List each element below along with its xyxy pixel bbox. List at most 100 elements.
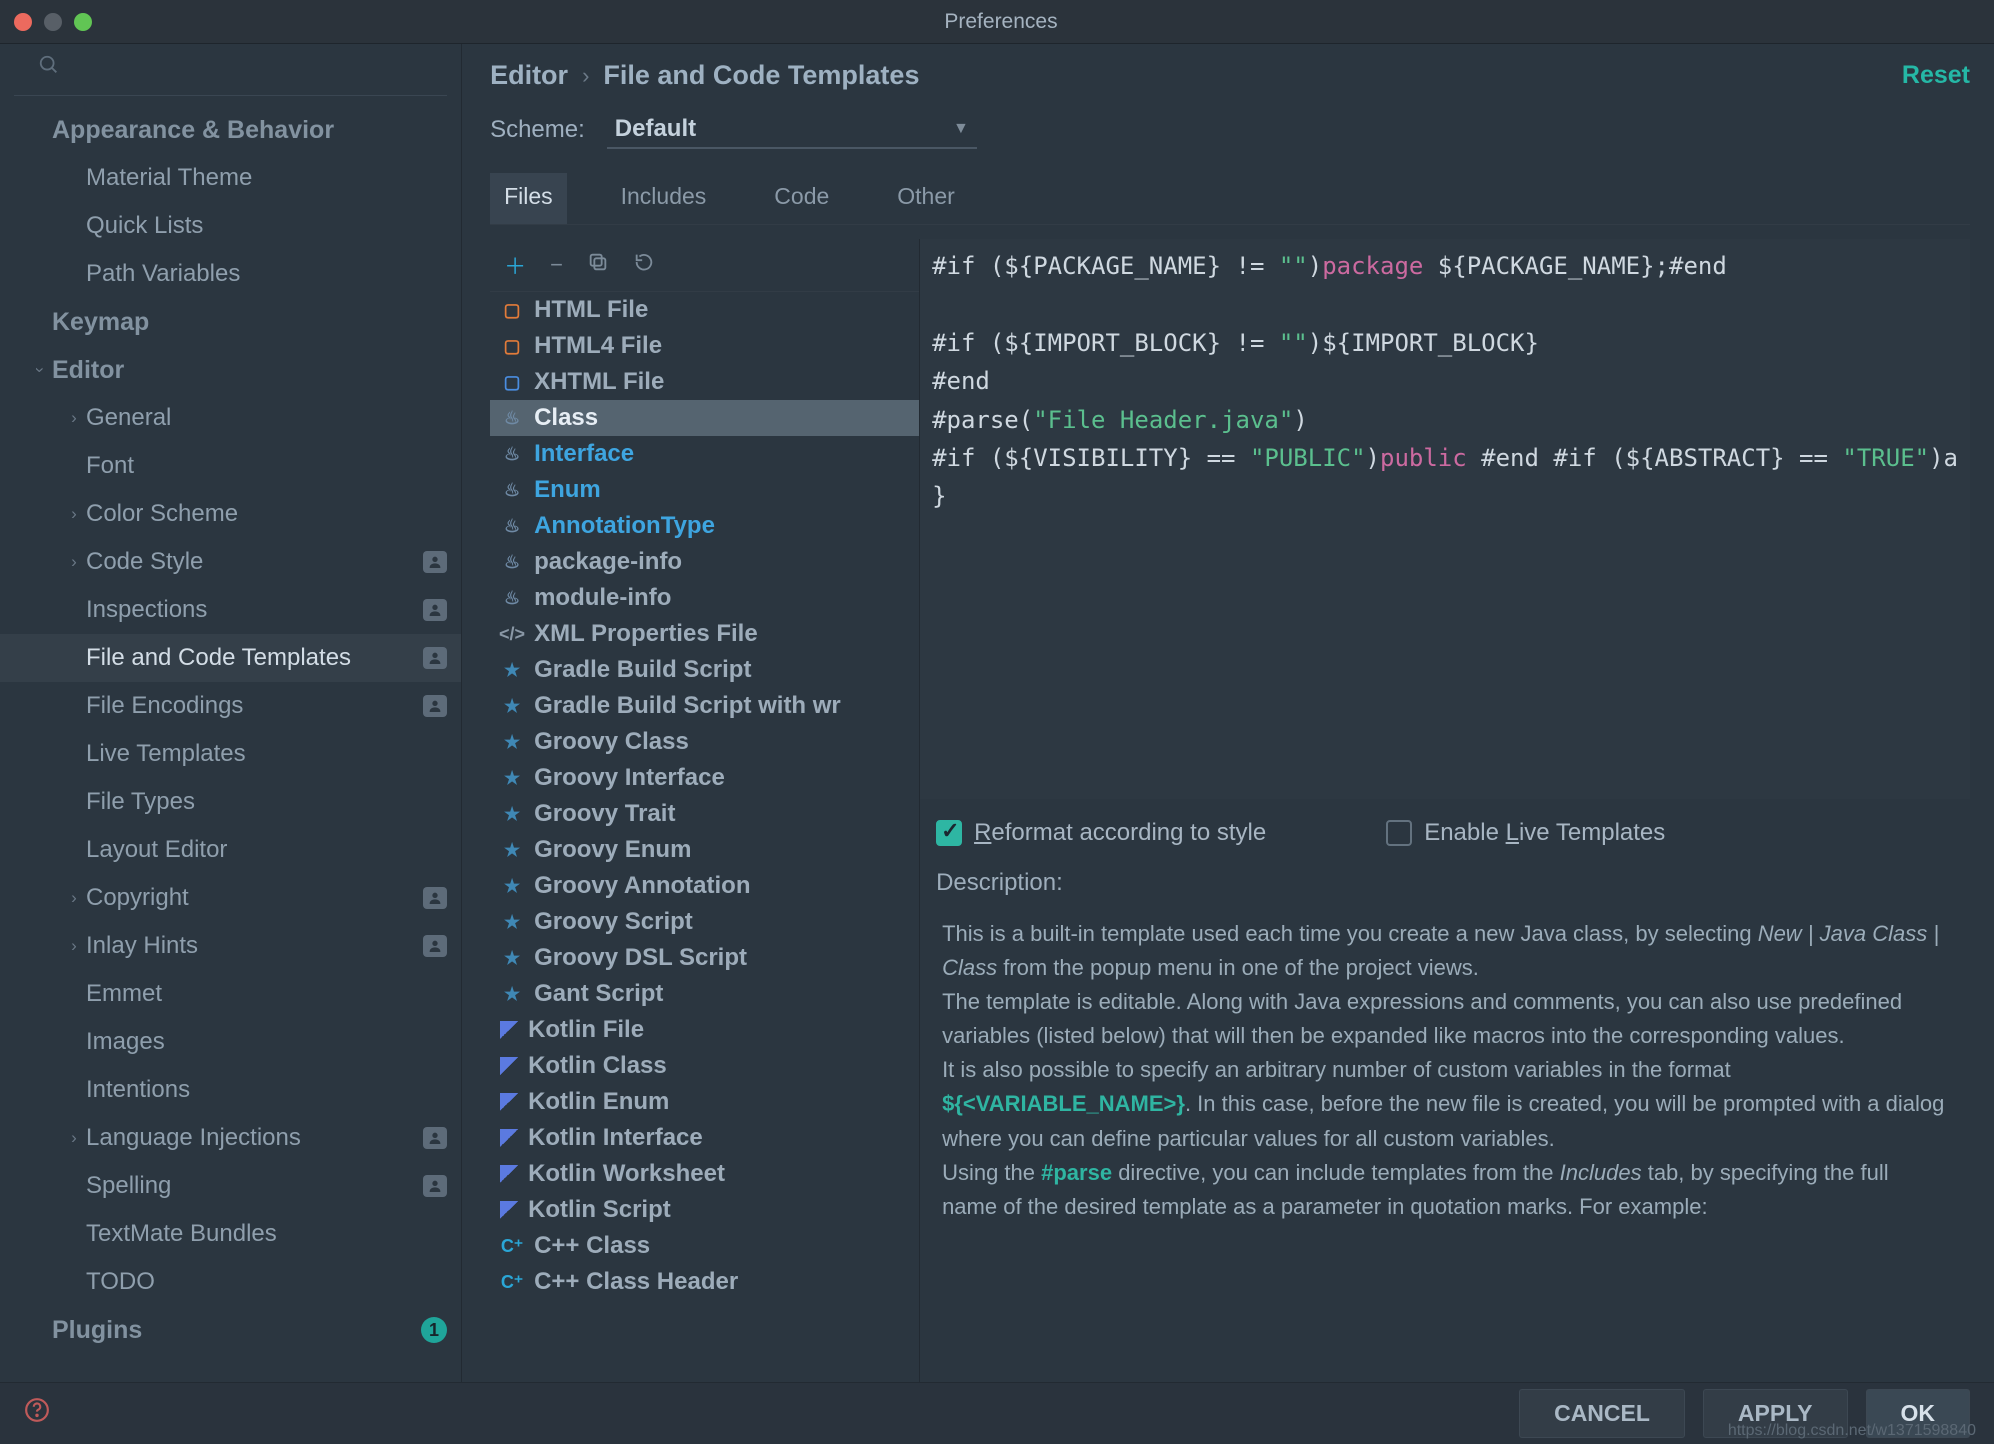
template-label: Kotlin Enum	[528, 1088, 669, 1116]
search-input[interactable]	[74, 57, 423, 80]
cancel-button[interactable]: CANCEL	[1519, 1389, 1685, 1438]
tree-item-textmate-bundles[interactable]: TextMate Bundles	[0, 1210, 461, 1258]
template-label: Groovy DSL Script	[534, 944, 747, 972]
template-groovy-annotation[interactable]: ★Groovy Annotation	[490, 868, 919, 904]
tab-other[interactable]: Other	[883, 173, 969, 224]
template-label: module-info	[534, 584, 671, 612]
reset-button[interactable]: Reset	[1902, 61, 1970, 90]
live-templates-checkbox[interactable]: Enable Live Templates	[1386, 819, 1665, 847]
template-c-class-header[interactable]: C⁺C++ Class Header	[490, 1264, 919, 1300]
options-row: Reformat according to style Enable Live …	[920, 799, 1970, 857]
template-groovy-trait[interactable]: ★Groovy Trait	[490, 796, 919, 832]
template-groovy-class[interactable]: ★Groovy Class	[490, 724, 919, 760]
tree-item-inspections[interactable]: Inspections	[0, 586, 461, 634]
tab-code[interactable]: Code	[760, 173, 843, 224]
tree-item-spelling[interactable]: Spelling	[0, 1162, 461, 1210]
tree-item-label: Live Templates	[86, 740, 447, 768]
search-icon	[38, 54, 60, 83]
tree-item-path-variables[interactable]: Path Variables	[0, 250, 461, 298]
copy-button[interactable]	[587, 251, 609, 279]
template-editor-pane: #if (${PACKAGE_NAME} != "")package ${PAC…	[920, 239, 1970, 1382]
sidebar: Appearance & BehaviorMaterial ThemeQuick…	[0, 44, 462, 1382]
groovy-icon: ★	[500, 912, 524, 933]
tree-item-file-types[interactable]: File Types	[0, 778, 461, 826]
tree-item-code-style[interactable]: ›Code Style	[0, 538, 461, 586]
tree-item-color-scheme[interactable]: ›Color Scheme	[0, 490, 461, 538]
template-groovy-script[interactable]: ★Groovy Script	[490, 904, 919, 940]
crumb-root[interactable]: Editor	[490, 60, 568, 91]
tree-item-label: TODO	[86, 1268, 447, 1296]
tree-item-editor[interactable]: ›Editor	[0, 346, 461, 394]
tree-item-images[interactable]: Images	[0, 1018, 461, 1066]
tree-item-keymap[interactable]: Keymap	[0, 298, 461, 346]
chevron-right-icon: ›	[582, 63, 589, 89]
main: Appearance & BehaviorMaterial ThemeQuick…	[0, 44, 1994, 1382]
template-kotlin-script[interactable]: Kotlin Script	[490, 1192, 919, 1228]
tree-item-language-injections[interactable]: ›Language Injections	[0, 1114, 461, 1162]
template-annotationtype[interactable]: ♨AnnotationType	[490, 508, 919, 544]
java-icon: ♨	[500, 408, 524, 429]
template-kotlin-enum[interactable]: Kotlin Enum	[490, 1084, 919, 1120]
template-list-pane: ＋ − ▢HTML File▢HTML4 File▢XHTML File♨Cla…	[490, 239, 920, 1382]
template-html4-file[interactable]: ▢HTML4 File	[490, 328, 919, 364]
tree-item-file-encodings[interactable]: File Encodings	[0, 682, 461, 730]
tree-item-font[interactable]: Font	[0, 442, 461, 490]
template-class[interactable]: ♨Class	[490, 400, 919, 436]
template-c-class[interactable]: C⁺C++ Class	[490, 1228, 919, 1264]
groovy-icon: ★	[500, 948, 524, 969]
tree-item-quick-lists[interactable]: Quick Lists	[0, 202, 461, 250]
template-gradle-build-script[interactable]: ★Gradle Build Script	[490, 652, 919, 688]
template-xml-properties-file[interactable]: </>XML Properties File	[490, 616, 919, 652]
template-groovy-dsl-script[interactable]: ★ Groovy DSL Script	[490, 940, 919, 976]
close-icon[interactable]	[14, 13, 32, 31]
tab-includes[interactable]: Includes	[607, 173, 721, 224]
help-icon[interactable]	[24, 1397, 50, 1430]
template-kotlin-worksheet[interactable]: Kotlin Worksheet	[490, 1156, 919, 1192]
template-xhtml-file[interactable]: ▢XHTML File	[490, 364, 919, 400]
template-kotlin-class[interactable]: Kotlin Class	[490, 1048, 919, 1084]
tree-item-copyright[interactable]: ›Copyright	[0, 874, 461, 922]
minimize-icon[interactable]	[44, 13, 62, 31]
template-package-info[interactable]: ♨package-info	[490, 544, 919, 580]
add-button[interactable]: ＋	[504, 249, 526, 281]
groovy-icon: ★	[500, 768, 524, 789]
tree-item-material-theme[interactable]: Material Theme	[0, 154, 461, 202]
tree-item-live-templates[interactable]: Live Templates	[0, 730, 461, 778]
tree-item-file-and-code-templates[interactable]: File and Code Templates	[0, 634, 461, 682]
tree-item-intentions[interactable]: Intentions	[0, 1066, 461, 1114]
tab-files[interactable]: Files	[490, 173, 567, 224]
tree-item-appearance-behavior[interactable]: Appearance & Behavior	[0, 106, 461, 154]
template-groovy-enum[interactable]: ★Groovy Enum	[490, 832, 919, 868]
html-icon: ▢	[500, 300, 524, 321]
template-kotlin-file[interactable]: Kotlin File	[490, 1012, 919, 1048]
tree-item-label: Code Style	[86, 548, 423, 576]
tree-item-todo[interactable]: TODO	[0, 1258, 461, 1306]
template-kotlin-interface[interactable]: Kotlin Interface	[490, 1120, 919, 1156]
template-gradle-build-script-with-wr[interactable]: ★Gradle Build Script with wr	[490, 688, 919, 724]
template-gant-script[interactable]: ★Gant Script	[490, 976, 919, 1012]
tree-item-label: TextMate Bundles	[86, 1220, 447, 1248]
xml-icon: </>	[500, 624, 524, 645]
tree-item-layout-editor[interactable]: Layout Editor	[0, 826, 461, 874]
template-label: HTML4 File	[534, 332, 662, 360]
tree-item-plugins[interactable]: Plugins1	[0, 1306, 461, 1354]
code-editor[interactable]: #if (${PACKAGE_NAME} != "")package ${PAC…	[920, 239, 1970, 799]
template-html-file[interactable]: ▢HTML File	[490, 292, 919, 328]
template-module-info[interactable]: ♨module-info	[490, 580, 919, 616]
revert-button[interactable]	[633, 251, 655, 279]
tree-item-label: Plugins	[52, 1316, 421, 1345]
tree-item-emmet[interactable]: Emmet	[0, 970, 461, 1018]
remove-button[interactable]: −	[550, 252, 563, 278]
reformat-checkbox[interactable]: Reformat according to style	[936, 819, 1266, 847]
template-label: Groovy Class	[534, 728, 689, 756]
template-label: Gradle Build Script	[534, 656, 751, 684]
window-title: Preferences	[92, 10, 1910, 34]
template-interface[interactable]: ♨Interface	[490, 436, 919, 472]
tree-item-inlay-hints[interactable]: ›Inlay Hints	[0, 922, 461, 970]
template-enum[interactable]: ♨Enum	[490, 472, 919, 508]
tree-item-general[interactable]: ›General	[0, 394, 461, 442]
scheme-select[interactable]: Default ▼	[607, 111, 977, 149]
tree-item-label: Intentions	[86, 1076, 447, 1104]
template-groovy-interface[interactable]: ★Groovy Interface	[490, 760, 919, 796]
zoom-icon[interactable]	[74, 13, 92, 31]
